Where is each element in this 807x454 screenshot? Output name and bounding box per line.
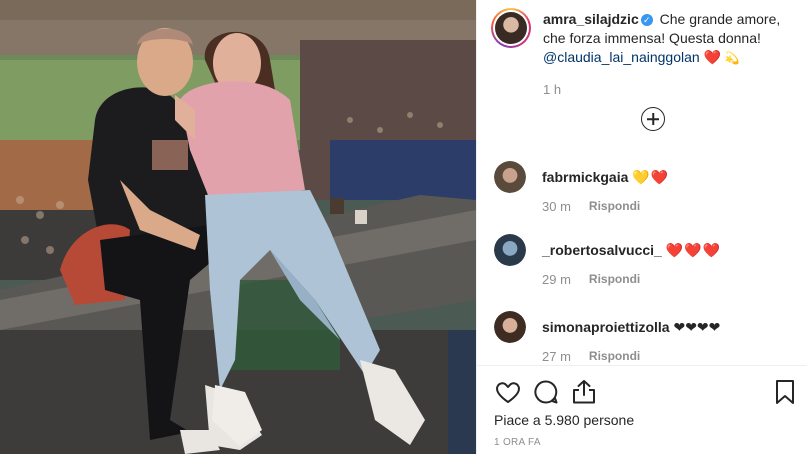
- comment-emojis: ❤❤❤❤: [673, 318, 721, 335]
- post-caption: amra_silajdzic ✓ Che grande amore, che fo…: [491, 8, 791, 68]
- caption-mention[interactable]: @claudia_lai_nainggolan: [543, 49, 700, 65]
- comment-emojis: 💛❤️: [632, 168, 670, 185]
- reply-button[interactable]: Rispondi: [589, 272, 640, 287]
- comment-age: 30 m: [542, 199, 571, 214]
- comment-meta: 29 m Rispondi: [542, 272, 794, 287]
- caption-heart-emoji: ❤️: [703, 49, 721, 65]
- post-photo[interactable]: [0, 0, 476, 454]
- likes-count[interactable]: Piace a 5.980 persone: [494, 412, 634, 428]
- comment-text: simonaproiettizolla ❤❤❤❤: [542, 319, 720, 336]
- comment-age: 27 m: [542, 349, 571, 364]
- comment-username[interactable]: _robertosalvucci_: [542, 242, 662, 258]
- bookmark-icon[interactable]: [771, 378, 799, 406]
- comment-item: simonaproiettizolla ❤❤❤❤ 27 m Rispondi: [494, 311, 794, 364]
- comment-meta: 27 m Rispondi: [542, 349, 794, 364]
- plus-circle-icon[interactable]: [641, 107, 665, 131]
- author-username[interactable]: amra_silajdzic: [543, 11, 639, 27]
- author-avatar[interactable]: [491, 8, 531, 48]
- caption-text: amra_silajdzic ✓ Che grande amore, che fo…: [543, 10, 791, 68]
- commenter-avatar[interactable]: [494, 311, 526, 343]
- comment-item: fabrmickgaia 💛❤️ 30 m Rispondi: [494, 161, 794, 214]
- comment-username[interactable]: fabrmickgaia: [542, 169, 628, 185]
- comment-text: fabrmickgaia 💛❤️: [542, 169, 669, 186]
- stadium-photo-illustration: [0, 0, 476, 454]
- share-arrow-icon[interactable]: [570, 378, 598, 406]
- commenter-avatar[interactable]: [494, 161, 526, 193]
- comment-emojis: ❤️❤️❤️: [665, 241, 722, 258]
- caption-sparkle-emoji: 💫: [724, 51, 740, 65]
- comment-meta: 30 m Rispondi: [542, 199, 794, 214]
- commenter-avatar[interactable]: [494, 234, 526, 266]
- comment-text: _robertosalvucci_ ❤️❤️❤️: [542, 242, 721, 259]
- comment-bubble-icon[interactable]: [532, 378, 560, 406]
- comment-item: _robertosalvucci_ ❤️❤️❤️ 29 m Rispondi: [494, 234, 794, 287]
- post-actions: [494, 378, 799, 406]
- heart-outline-icon[interactable]: [494, 378, 522, 406]
- reply-button[interactable]: Rispondi: [589, 349, 640, 364]
- caption-age: 1 h: [543, 82, 562, 97]
- comment-age: 29 m: [542, 272, 571, 287]
- actions-divider: [476, 365, 807, 366]
- post-timestamp: 1 ORA FA: [494, 437, 541, 448]
- verified-badge-icon: ✓: [640, 14, 653, 26]
- comment-username[interactable]: simonaproiettizolla: [542, 319, 670, 335]
- reply-button[interactable]: Rispondi: [589, 199, 640, 214]
